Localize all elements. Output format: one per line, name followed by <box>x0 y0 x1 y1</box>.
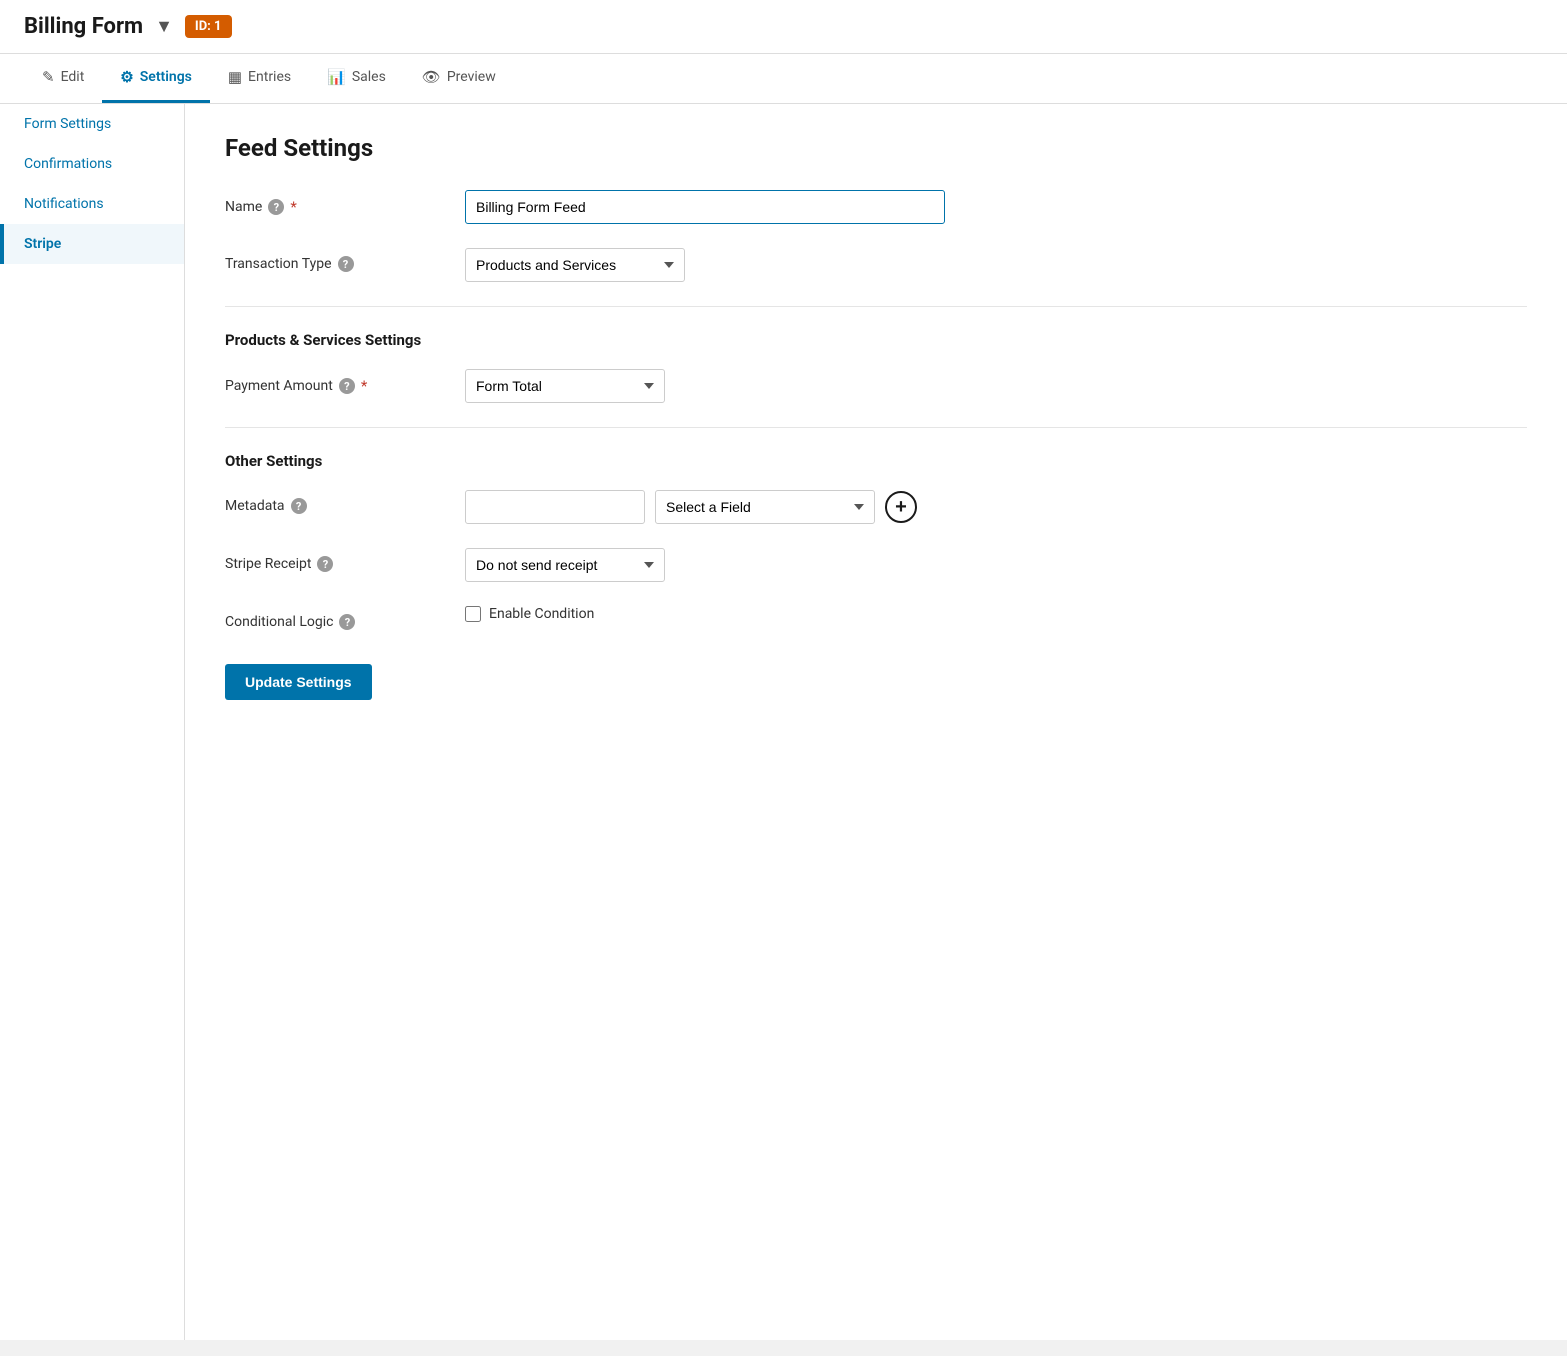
metadata-controls: Select a Field + <box>465 490 945 524</box>
sidebar-item-confirmations[interactable]: Confirmations <box>0 144 184 184</box>
other-settings-heading: Other Settings <box>225 452 1527 470</box>
section-divider-1 <box>225 306 1527 307</box>
conditional-logic-row: Conditional Logic ? Enable Condition <box>225 606 1527 630</box>
tab-entries-label: Entries <box>248 69 291 85</box>
metadata-field-select[interactable]: Select a Field <box>655 490 875 524</box>
section-divider-2 <box>225 427 1527 428</box>
page-title: Feed Settings <box>225 134 1527 162</box>
payment-amount-row: Payment Amount ? * Form Total Custom Amo… <box>225 369 1527 403</box>
payment-amount-select[interactable]: Form Total Custom Amount <box>465 369 665 403</box>
stripe-receipt-select[interactable]: Do not send receipt Send receipt <box>465 548 665 582</box>
transaction-type-select[interactable]: Products and Services Subscription <box>465 248 685 282</box>
stripe-receipt-help-icon[interactable]: ? <box>317 556 333 572</box>
stripe-receipt-row: Stripe Receipt ? Do not send receipt Sen… <box>225 548 1527 582</box>
tab-settings[interactable]: ⚙ Settings <box>102 54 210 103</box>
tab-settings-label: Settings <box>140 69 192 85</box>
metadata-help-icon[interactable]: ? <box>291 498 307 514</box>
enable-condition-label[interactable]: Enable Condition <box>489 606 594 622</box>
stripe-receipt-label: Stripe Receipt ? <box>225 548 445 572</box>
sidebar-item-form-settings[interactable]: Form Settings <box>0 104 184 144</box>
top-bar: Billing Form ▼ ID: 1 <box>0 0 1567 54</box>
sidebar: Form Settings Confirmations Notification… <box>0 104 185 1340</box>
name-control <box>465 190 945 224</box>
conditional-logic-control: Enable Condition <box>465 606 945 622</box>
metadata-add-button[interactable]: + <box>885 491 917 523</box>
metadata-key-input[interactable] <box>465 490 645 524</box>
preview-icon: 👁 <box>422 68 441 86</box>
transaction-type-label: Transaction Type ? <box>225 248 445 272</box>
settings-icon: ⚙ <box>120 68 133 86</box>
payment-amount-control: Form Total Custom Amount <box>465 369 945 403</box>
name-help-icon[interactable]: ? <box>268 199 284 215</box>
transaction-type-help-icon[interactable]: ? <box>338 256 354 272</box>
tab-preview-label: Preview <box>447 69 496 85</box>
name-required-star: * <box>290 198 296 216</box>
main-content: Feed Settings Name ? * Transaction Type … <box>185 104 1567 1340</box>
sidebar-item-stripe[interactable]: Stripe <box>0 224 184 264</box>
layout: Form Settings Confirmations Notification… <box>0 104 1567 1340</box>
metadata-row: Metadata ? Select a Field + <box>225 490 1527 524</box>
transaction-type-control: Products and Services Subscription <box>465 248 945 282</box>
entries-icon: ▦ <box>228 68 242 86</box>
tab-sales-label: Sales <box>352 69 386 85</box>
tab-edit[interactable]: ✎ Edit <box>24 54 102 103</box>
enable-condition-row: Enable Condition <box>465 606 945 622</box>
name-input[interactable] <box>465 190 945 224</box>
tab-edit-label: Edit <box>61 69 85 85</box>
payment-amount-label: Payment Amount ? * <box>225 369 445 395</box>
transaction-type-row: Transaction Type ? Products and Services… <box>225 248 1527 282</box>
form-title-chevron-icon[interactable]: ▼ <box>155 16 173 37</box>
metadata-control: Select a Field + <box>465 490 945 524</box>
metadata-label: Metadata ? <box>225 490 445 514</box>
nav-tabs: ✎ Edit ⚙ Settings ▦ Entries 📊 Sales 👁 Pr… <box>0 54 1567 104</box>
edit-icon: ✎ <box>42 68 55 86</box>
conditional-logic-label: Conditional Logic ? <box>225 606 445 630</box>
payment-amount-help-icon[interactable]: ? <box>339 378 355 394</box>
form-title: Billing Form <box>24 14 143 39</box>
tab-preview[interactable]: 👁 Preview <box>404 54 514 103</box>
name-row: Name ? * <box>225 190 1527 224</box>
tab-sales[interactable]: 📊 Sales <box>309 54 404 103</box>
payment-amount-required-star: * <box>361 377 367 395</box>
update-settings-button[interactable]: Update Settings <box>225 664 372 700</box>
tab-entries[interactable]: ▦ Entries <box>210 54 309 103</box>
stripe-receipt-control: Do not send receipt Send receipt <box>465 548 945 582</box>
sales-icon: 📊 <box>327 68 346 86</box>
form-id-badge: ID: 1 <box>185 15 232 38</box>
enable-condition-checkbox[interactable] <box>465 606 481 622</box>
name-label: Name ? * <box>225 190 445 216</box>
sidebar-item-notifications[interactable]: Notifications <box>0 184 184 224</box>
conditional-logic-help-icon[interactable]: ? <box>339 614 355 630</box>
update-settings-container: Update Settings <box>225 654 1527 700</box>
products-services-heading: Products & Services Settings <box>225 331 1527 349</box>
